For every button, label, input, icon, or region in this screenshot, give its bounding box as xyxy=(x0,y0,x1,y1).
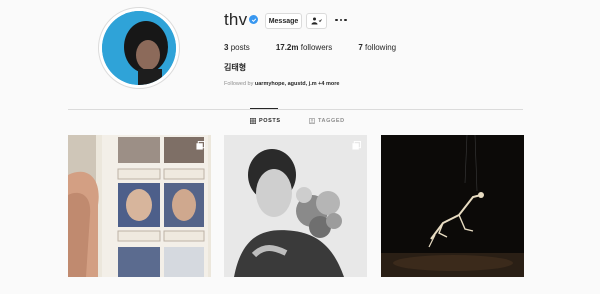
following-dropdown-button[interactable] xyxy=(306,13,327,29)
tab-tagged[interactable]: TAGGED xyxy=(309,118,345,124)
avatar-image xyxy=(102,11,176,85)
profile-username: thv xyxy=(224,10,248,29)
avatar-portrait xyxy=(102,11,176,85)
post-image-id-photos xyxy=(68,135,211,277)
divider xyxy=(68,109,523,110)
tab-posts[interactable]: POSTS xyxy=(250,118,281,124)
multiple-images-icon xyxy=(196,141,205,150)
grid-icon xyxy=(250,118,256,124)
profile-fullname: 김태형 xyxy=(224,63,247,72)
posts-count: 3 posts xyxy=(224,43,250,52)
followed-by[interactable]: Followed by uarmyhope, agustd, j.m +4 mo… xyxy=(224,81,339,87)
profile-stats: 3 posts 17.2m followers 7 following xyxy=(224,43,422,52)
verified-badge-icon xyxy=(249,15,258,24)
post-image-dark-skeleton xyxy=(381,135,524,277)
active-tab-indicator xyxy=(250,108,278,109)
multiple-images-icon xyxy=(352,141,361,150)
profile-avatar[interactable] xyxy=(98,7,180,89)
post-thumbnail[interactable] xyxy=(68,135,211,277)
followers-count[interactable]: 17.2m followers xyxy=(276,43,333,52)
person-check-icon xyxy=(311,17,322,25)
post-thumbnail[interactable] xyxy=(381,135,524,277)
more-options-icon[interactable] xyxy=(335,15,347,25)
message-button[interactable]: Message xyxy=(265,13,302,29)
post-thumbnail[interactable] xyxy=(224,135,367,277)
post-image-portrait-flowers xyxy=(224,135,367,277)
tag-icon xyxy=(309,118,315,124)
following-count[interactable]: 7 following xyxy=(358,43,396,52)
